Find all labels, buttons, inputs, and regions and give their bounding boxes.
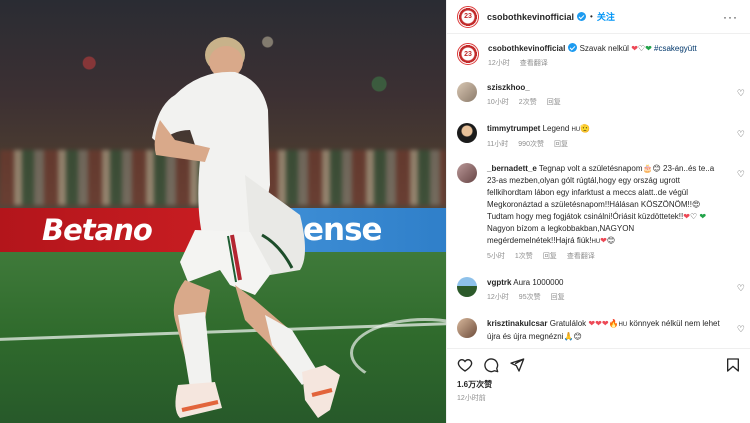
comment-time: 10小时 [487,99,509,106]
author-avatar[interactable]: 23 [457,5,479,28]
reply-button[interactable]: 回复 [547,99,561,106]
flag-hu: HU [618,322,628,328]
comment-likes[interactable]: 1次赞 [515,253,533,260]
reply-button[interactable]: 回复 [554,141,568,148]
caption: 23 csobothkevinofficial Szavak nelkül ❤♡… [447,43,750,70]
comment-time: 12小时 [487,294,509,301]
comments-list: 23 csobothkevinofficial Szavak nelkül ❤♡… [447,35,750,348]
separator-dot: • [590,12,593,21]
fire-emoji: 🔥 [608,319,619,328]
post-time: 12小时前 [457,395,486,402]
like-comment-icon[interactable]: ♡ [737,88,745,99]
caption-time: 12小时 [488,60,510,67]
verified-icon [568,43,578,52]
red-heart-emoji: ❤ [683,212,690,221]
red-heart-emoji: ❤❤❤ [588,319,609,328]
comment-item: _bernadett_e Tegnap volt a születésnapom… [447,163,750,263]
comment-time: 11小时 [487,141,509,148]
comment-item: timmytrumpet Legend HU🫡 11小时 990次赞 回复 ♡ [447,123,750,151]
comment-icon[interactable] [483,357,499,373]
like-comment-icon[interactable]: ♡ [737,324,745,335]
caption-username[interactable]: csobothkevinofficial [488,44,565,53]
hashtag-link[interactable]: #csakegyütt [654,44,697,53]
comment-text: Legend [542,124,570,133]
bookmark-icon[interactable] [725,357,741,373]
comment-text: Gratulálok [549,319,587,328]
more-options-icon[interactable]: ··· [723,10,738,24]
comment-username[interactable]: _bernadett_e [487,164,537,173]
comment-username[interactable]: vgptrk [487,278,511,287]
comment-username[interactable]: sziszkhoo_ [487,83,530,92]
like-comment-icon[interactable]: ♡ [737,129,745,140]
salute-emoji: 🫡 [580,124,591,133]
reply-button[interactable]: 回复 [551,294,565,301]
commenter-avatar[interactable] [457,123,477,143]
share-icon[interactable] [509,357,525,373]
post-side-panel: 23 csobothkevinofficial • 关注 ··· 23 csob… [446,0,750,423]
comment-time: 5小时 [487,253,505,260]
caption-text: Szavak nelkül [579,44,629,53]
comment-username[interactable]: krisztinakulcsar [487,319,547,328]
flag-hu: HU [591,239,601,245]
verified-icon [577,12,587,21]
comment-likes[interactable]: 95次赞 [519,294,541,301]
translate-link[interactable]: 查看翻译 [567,253,595,260]
green-heart-emoji: ❤ [699,212,707,221]
smile-emoji: 😊 [652,164,661,173]
pray-emoji: 🙏 [563,332,574,341]
commenter-avatar[interactable] [457,277,477,297]
flag-hu: HU [571,127,581,133]
like-comment-icon[interactable]: ♡ [737,169,745,180]
smile-emoji: 😊 [606,236,616,245]
comment-text: Tegnap volt a születésnapom [538,164,643,173]
comment-likes[interactable]: 990次赞 [518,141,544,148]
post-actions: 1.6万次赞 12小时前 [447,348,750,423]
red-heart-emoji: ❤ [600,236,607,245]
translate-link[interactable]: 查看翻译 [520,60,548,67]
comment-item: krisztinakulcsar Gratulálok ❤❤❤🔥HU könny… [447,318,750,343]
avatar-number: 23 [464,50,472,58]
white-heart-emoji: ♡ [637,44,646,53]
likes-count[interactable]: 1.6万次赞 [447,373,750,390]
football-player [152,37,340,418]
smile-emoji: 😊 [573,332,582,341]
comment-username[interactable]: timmytrumpet [487,124,540,133]
comment-likes[interactable]: 2次赞 [519,99,537,106]
commenter-avatar[interactable] [457,318,477,338]
comment-item: vgptrk Aura 1000000 12小时 95次赞 回复 ♡ [447,277,750,304]
author-username[interactable]: csobothkevinofficial [487,12,574,22]
commenter-avatar[interactable] [457,82,477,102]
white-heart-emoji: ♡ [689,212,698,221]
green-heart-emoji: ❤ [645,44,652,53]
like-comment-icon[interactable]: ♡ [737,283,745,294]
follow-button[interactable]: 关注 [597,10,615,23]
cake-emoji: 🎂 [642,164,653,173]
heart-eyes-emoji: 😍 [691,200,701,209]
post-header: 23 csobothkevinofficial • 关注 ··· [447,0,750,34]
avatar-number: 23 [464,13,472,20]
caption-avatar[interactable]: 23 [457,43,479,65]
reply-button[interactable]: 回复 [543,253,557,260]
comment-item: sziszkhoo_ 10小时 2次赞 回复 ♡ [447,82,750,109]
red-heart-emoji: ❤ [631,44,638,53]
post-photo[interactable]: Betano ense [0,0,446,423]
comment-text: Aura 1000000 [513,278,564,287]
commenter-avatar[interactable] [457,163,477,183]
comment-text-3: Tudtam hogy meg fogjátok csinálni!Óriási… [487,212,684,221]
like-heart-icon[interactable] [457,357,473,373]
